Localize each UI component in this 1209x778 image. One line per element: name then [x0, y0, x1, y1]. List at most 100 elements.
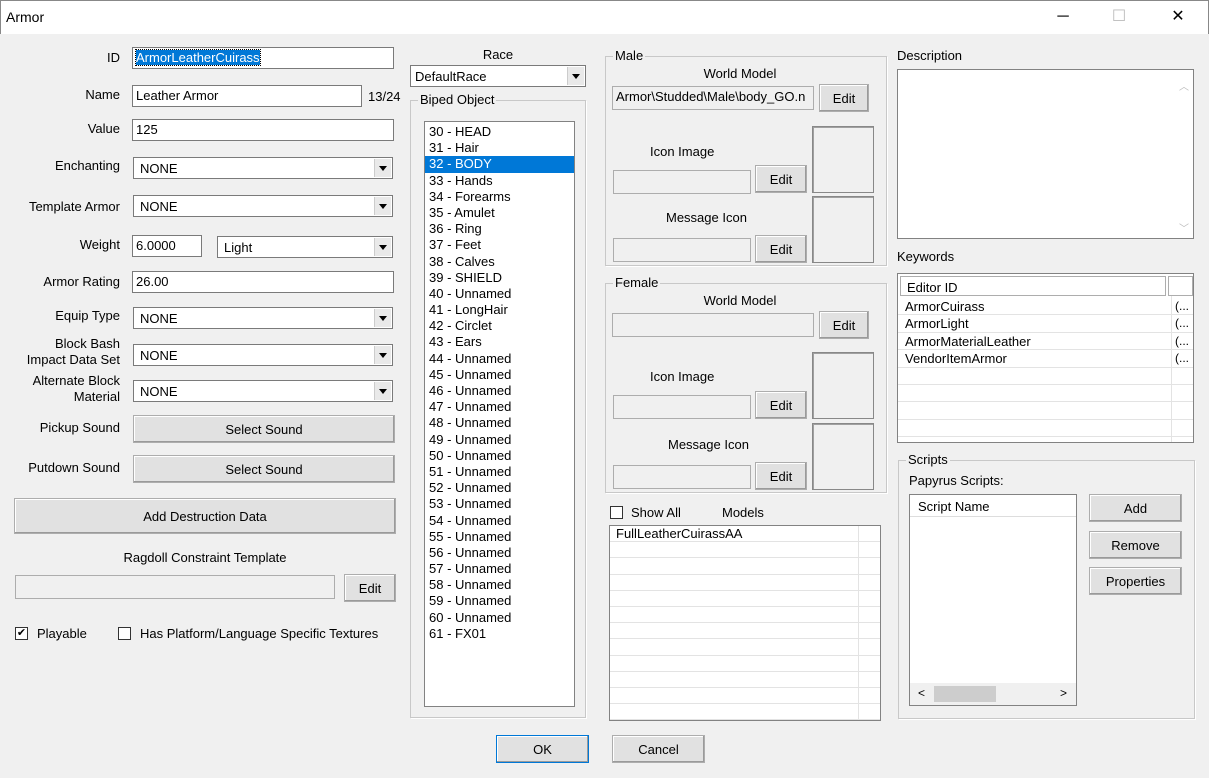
models-row[interactable]: FullLeatherCuirassAA	[610, 526, 880, 543]
weight-field[interactable]: 6.0000	[132, 235, 202, 257]
male-message-edit-button[interactable]: Edit	[755, 235, 807, 263]
biped-list-item[interactable]: 60 - Unnamed	[425, 610, 574, 626]
chevron-down-icon[interactable]	[374, 309, 391, 327]
script-name-header[interactable]: Script Name	[910, 495, 1076, 517]
armor-rating-field[interactable]: 26.00	[132, 271, 394, 293]
biped-list-item[interactable]: 61 - FX01	[425, 626, 574, 642]
biped-list-item[interactable]: 36 - Ring	[425, 221, 574, 237]
biped-list-item[interactable]: 40 - Unnamed	[425, 286, 574, 302]
biped-list-item[interactable]: 48 - Unnamed	[425, 415, 574, 431]
models-row[interactable]	[610, 542, 880, 559]
template-armor-select[interactable]: NONE	[133, 195, 393, 217]
models-row[interactable]	[610, 558, 880, 575]
models-row[interactable]	[610, 704, 880, 720]
keyword-row[interactable]: ArmorLight (...	[898, 315, 1193, 333]
keyword-row[interactable]: ArmorMaterialLeather (...	[898, 333, 1193, 351]
biped-list-item[interactable]: 55 - Unnamed	[425, 529, 574, 545]
biped-list-item[interactable]: 37 - Feet	[425, 237, 574, 253]
biped-list-item[interactable]: 45 - Unnamed	[425, 367, 574, 383]
chevron-up-icon[interactable]: ︿	[1179, 78, 1189, 93]
models-row[interactable]	[610, 607, 880, 624]
biped-list-item[interactable]: 51 - Unnamed	[425, 464, 574, 480]
biped-list-item[interactable]: 54 - Unnamed	[425, 513, 574, 529]
biped-list-item[interactable]: 52 - Unnamed	[425, 480, 574, 496]
close-button[interactable]: ✕	[1155, 0, 1201, 34]
chevron-down-icon[interactable]: ﹀	[1179, 220, 1189, 235]
keywords-column-header[interactable]: Editor ID	[900, 276, 1166, 296]
pickup-sound-button[interactable]: Select Sound	[133, 415, 395, 443]
description-scrollbar[interactable]: ︿ ﹀	[1175, 70, 1193, 238]
chevron-down-icon[interactable]	[374, 159, 391, 177]
remove-script-button[interactable]: Remove	[1089, 531, 1182, 559]
male-world-model-field[interactable]: Armor\Studded\Male\body_GO.n	[612, 86, 814, 110]
chevron-down-icon[interactable]	[567, 67, 584, 85]
keyword-row[interactable]	[898, 402, 1193, 420]
show-all-checkbox[interactable]	[610, 506, 623, 519]
maximize-button[interactable]: ☐	[1096, 0, 1142, 34]
ok-button[interactable]: OK	[496, 735, 589, 763]
chevron-down-icon[interactable]	[374, 197, 391, 215]
biped-list-item[interactable]: 34 - Forearms	[425, 189, 574, 205]
models-row[interactable]	[610, 672, 880, 688]
chevron-right-icon[interactable]: >	[1060, 686, 1067, 700]
biped-list-item[interactable]: 31 - Hair	[425, 140, 574, 156]
models-row[interactable]	[610, 623, 880, 640]
weight-class-select[interactable]: Light	[217, 236, 393, 258]
biped-list-item[interactable]: 43 - Ears	[425, 334, 574, 350]
biped-list-item[interactable]: 47 - Unnamed	[425, 399, 574, 415]
playable-checkbox[interactable]: ✔	[15, 627, 28, 640]
keyword-row[interactable]	[898, 437, 1193, 442]
putdown-sound-button[interactable]: Select Sound	[133, 455, 395, 483]
cancel-button[interactable]: Cancel	[612, 735, 705, 763]
female-message-edit-button[interactable]: Edit	[755, 462, 807, 490]
enchanting-select[interactable]: NONE	[133, 157, 393, 179]
scripts-horizontal-scrollbar[interactable]: < >	[910, 683, 1076, 705]
name-field[interactable]: Leather Armor	[132, 85, 362, 107]
equip-type-select[interactable]: NONE	[133, 307, 393, 329]
biped-list-item[interactable]: 50 - Unnamed	[425, 448, 574, 464]
biped-list-item[interactable]: 32 - BODY	[425, 156, 574, 173]
female-message-field[interactable]	[613, 465, 751, 489]
keywords-column-header-extra[interactable]	[1168, 276, 1193, 296]
ragdoll-edit-button[interactable]: Edit	[344, 574, 396, 602]
biped-list-item[interactable]: 33 - Hands	[425, 173, 574, 189]
biped-list-item[interactable]: 38 - Calves	[425, 254, 574, 270]
biped-list-item[interactable]: 35 - Amulet	[425, 205, 574, 221]
male-icon-edit-button[interactable]: Edit	[755, 165, 807, 193]
description-textarea[interactable]: ︿ ﹀	[897, 69, 1194, 239]
keyword-row[interactable]: VendorItemArmor (...	[898, 350, 1193, 368]
alternate-block-select[interactable]: NONE	[133, 380, 393, 402]
female-icon-field[interactable]	[613, 395, 751, 419]
models-list[interactable]: FullLeatherCuirassAA	[609, 525, 881, 721]
id-field[interactable]: ArmorLeatherCuirass	[132, 47, 394, 69]
chevron-left-icon[interactable]: <	[918, 686, 925, 700]
female-icon-edit-button[interactable]: Edit	[755, 391, 807, 419]
script-properties-button[interactable]: Properties	[1089, 567, 1182, 595]
minimize-button[interactable]: ─	[1040, 0, 1086, 34]
biped-list-item[interactable]: 57 - Unnamed	[425, 561, 574, 577]
male-world-model-edit-button[interactable]: Edit	[819, 84, 869, 112]
platform-textures-checkbox[interactable]	[118, 627, 131, 640]
add-destruction-button[interactable]: Add Destruction Data	[14, 498, 396, 534]
male-message-field[interactable]	[613, 238, 751, 262]
biped-list-item[interactable]: 39 - SHIELD	[425, 270, 574, 286]
block-bash-select[interactable]: NONE	[133, 344, 393, 366]
add-script-button[interactable]: Add	[1089, 494, 1182, 522]
scrollbar-thumb[interactable]	[934, 686, 996, 702]
biped-list-item[interactable]: 49 - Unnamed	[425, 432, 574, 448]
keyword-row[interactable]: ArmorCuirass (...	[898, 298, 1193, 316]
biped-list-item[interactable]: 59 - Unnamed	[425, 593, 574, 609]
chevron-down-icon[interactable]	[374, 382, 391, 400]
keyword-row[interactable]	[898, 420, 1193, 438]
biped-list-item[interactable]: 46 - Unnamed	[425, 383, 574, 399]
race-select[interactable]: DefaultRace	[410, 65, 586, 87]
models-row[interactable]	[610, 591, 880, 607]
models-row[interactable]	[610, 575, 880, 591]
male-icon-field[interactable]	[613, 170, 751, 194]
biped-list-item[interactable]: 44 - Unnamed	[425, 351, 574, 367]
chevron-down-icon[interactable]	[374, 346, 391, 364]
ragdoll-field[interactable]	[15, 575, 335, 599]
models-row[interactable]	[610, 688, 880, 705]
models-row[interactable]	[610, 656, 880, 672]
female-world-model-field[interactable]	[612, 313, 814, 337]
